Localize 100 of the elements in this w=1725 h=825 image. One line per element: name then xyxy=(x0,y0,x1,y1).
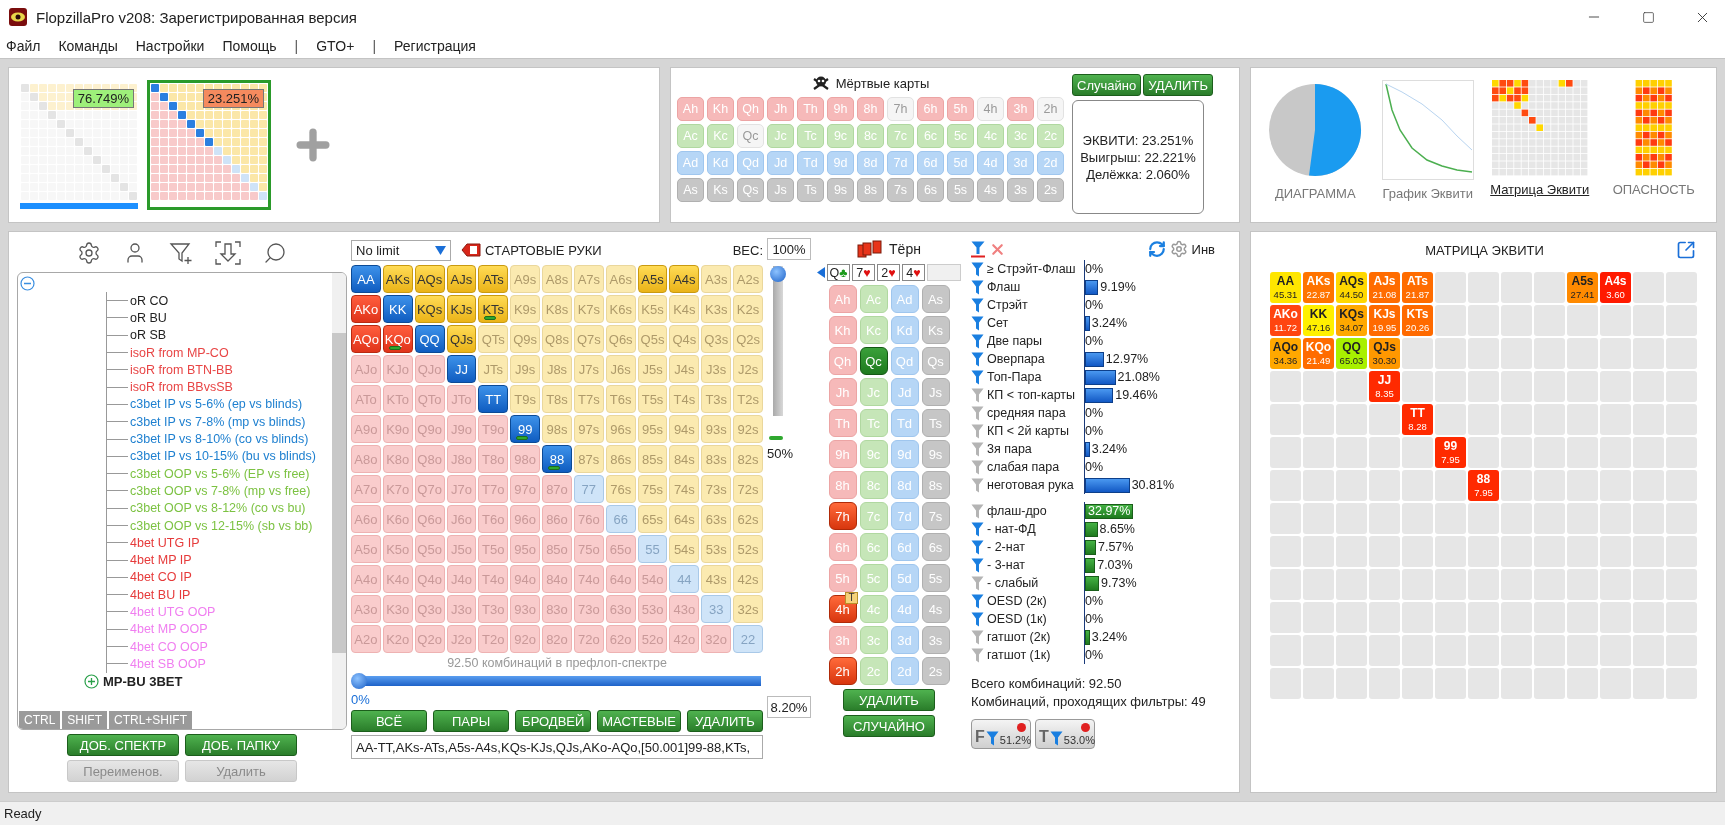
tree-item[interactable]: 4bet UTG IP xyxy=(130,535,200,550)
turn-card[interactable]: 4s xyxy=(921,595,950,623)
turn-card[interactable]: 6s xyxy=(921,533,950,561)
filter-plus-icon[interactable] xyxy=(169,241,193,265)
filter-funnel-icon[interactable] xyxy=(971,315,984,331)
hand-cell[interactable]: QQ xyxy=(414,325,445,353)
hand-cell[interactable]: 65s xyxy=(637,505,668,533)
settings-icon[interactable] xyxy=(77,241,101,265)
tree-item[interactable]: oR BU xyxy=(130,310,167,325)
hand-cell[interactable]: J6s xyxy=(605,355,636,383)
hand-cell[interactable]: 77 xyxy=(573,475,604,503)
import-icon[interactable] xyxy=(215,241,241,265)
filter-funnel-icon[interactable] xyxy=(971,351,984,367)
turn-card[interactable]: Kd xyxy=(890,316,919,344)
percent-field[interactable]: 8.20% xyxy=(767,696,811,718)
dead-card[interactable]: 9d xyxy=(827,151,854,175)
turn-card[interactable]: 2s xyxy=(921,657,950,685)
turn-card[interactable]: 7d xyxy=(890,502,919,530)
dead-card[interactable]: 8s xyxy=(857,178,884,202)
filter-funnel-icon[interactable] xyxy=(971,369,984,385)
hand-cell[interactable]: T4s xyxy=(669,385,700,413)
hand-cell[interactable]: 32s xyxy=(733,595,763,623)
turn-card[interactable]: Qh xyxy=(828,347,857,375)
game-type-dropdown[interactable]: No limit xyxy=(351,239,451,261)
turn-card[interactable]: Jh xyxy=(828,378,857,406)
turn-card[interactable]: 5c xyxy=(859,564,888,592)
turn-card[interactable]: Js xyxy=(921,378,950,406)
turn-card[interactable]: Qd xyxy=(890,347,919,375)
dead-card[interactable]: 4c xyxy=(977,124,1004,148)
hand-cell[interactable]: 93s xyxy=(701,415,732,443)
range-button[interactable]: МАСТЕВЫЕ xyxy=(597,710,681,732)
hand-cell[interactable]: AQo xyxy=(351,325,381,353)
tree-item[interactable]: isoR from BBvsSB xyxy=(130,380,233,395)
hand-cell[interactable]: Q4s xyxy=(669,325,700,353)
view-tab[interactable]: Матрица Эквити xyxy=(1490,182,1590,197)
dead-card[interactable]: Jh xyxy=(767,97,794,121)
hand-cell[interactable]: QTs xyxy=(478,325,509,353)
hand-cell[interactable]: J3s xyxy=(701,355,732,383)
turn-card[interactable]: 6h xyxy=(828,533,857,561)
range-button[interactable]: ВСЁ xyxy=(351,710,428,732)
filter-funnel-icon[interactable] xyxy=(971,423,984,439)
hand-cell[interactable]: J5s xyxy=(637,355,668,383)
dead-card[interactable]: Tc xyxy=(797,124,824,148)
dead-card[interactable]: 6h xyxy=(917,97,944,121)
hand-cell[interactable]: 55 xyxy=(637,535,668,563)
collapse-icon[interactable] xyxy=(20,276,35,291)
turn-card[interactable]: 6d xyxy=(890,533,919,561)
dead-card[interactable]: Ah xyxy=(677,97,704,121)
dead-card[interactable]: 3d xyxy=(1007,151,1034,175)
turn-card[interactable]: Th xyxy=(828,409,857,437)
turn-card[interactable]: 5h xyxy=(828,564,857,592)
filter-funnel-icon[interactable] xyxy=(971,279,984,295)
tree-item[interactable]: c3bet OOP vs 5-6% (EP vs free) xyxy=(130,466,310,481)
dead-card[interactable]: Ts xyxy=(797,178,824,202)
hand-cell[interactable]: 52s xyxy=(733,535,763,563)
turn-card[interactable]: 8c xyxy=(859,471,888,499)
view-tab[interactable]: ДИАГРАММА xyxy=(1274,186,1356,201)
dead-card[interactable]: Ad xyxy=(677,151,704,175)
hand-cell[interactable]: T6s xyxy=(605,385,636,413)
hand-cell[interactable]: T8s xyxy=(542,385,572,413)
dead-card[interactable]: 2s xyxy=(1037,178,1064,202)
preflop-slider[interactable] xyxy=(353,673,761,689)
hand-cell[interactable]: 82s xyxy=(733,445,763,473)
filter-funnel-icon[interactable] xyxy=(971,387,984,403)
menu-item[interactable]: Регистрация xyxy=(394,38,476,54)
dead-card[interactable]: As xyxy=(677,178,704,202)
dead-card[interactable]: 8d xyxy=(857,151,884,175)
turn-card[interactable]: Jd xyxy=(890,378,919,406)
dead-card[interactable]: Td xyxy=(797,151,824,175)
turn-card[interactable]: 4h T xyxy=(828,595,857,623)
hand-cell[interactable]: A8s xyxy=(542,265,572,293)
turn-card[interactable]: 7c xyxy=(859,502,888,530)
filter-funnel-icon[interactable] xyxy=(971,477,984,493)
hand-cell[interactable]: K8s xyxy=(542,295,572,323)
invert-label[interactable]: Инв xyxy=(1191,241,1215,257)
tree-item[interactable]: isoR from MP-CO xyxy=(130,345,229,360)
dead-card[interactable]: 8h xyxy=(857,97,884,121)
hand-cell[interactable]: J9s xyxy=(510,355,541,383)
hand-cell[interactable]: 43s xyxy=(701,565,732,593)
dead-card[interactable]: Kc xyxy=(707,124,734,148)
refresh-icon[interactable] xyxy=(1147,240,1166,258)
hand-cell[interactable]: KQs xyxy=(414,295,445,323)
filter-funnel-icon[interactable] xyxy=(971,503,984,519)
tree-item[interactable]: 4bet CO IP xyxy=(130,570,192,585)
turn-card[interactable]: Ah xyxy=(828,285,857,313)
dead-card[interactable]: 5c xyxy=(947,124,974,148)
turn-card[interactable]: 2h xyxy=(828,657,857,685)
dead-card[interactable]: 4d xyxy=(977,151,1004,175)
hand-cell[interactable]: T2s xyxy=(733,385,763,413)
dead-card[interactable]: 5h xyxy=(947,97,974,121)
modifier-tab[interactable]: CTRL+SHIFT xyxy=(109,711,193,729)
filter-funnel-icon[interactable] xyxy=(971,611,984,627)
turn-card[interactable]: Qs xyxy=(921,347,950,375)
hand-cell[interactable]: AKs xyxy=(382,265,413,293)
dead-card[interactable]: 6c xyxy=(917,124,944,148)
hand-cell[interactable]: 99 xyxy=(510,415,541,443)
dead-card[interactable]: 3h xyxy=(1007,97,1034,121)
turn-card[interactable]: 6c xyxy=(859,533,888,561)
tree-item[interactable]: c3bet IP vs 8-10% (co vs blinds) xyxy=(130,432,309,446)
dead-card[interactable]: 7d xyxy=(887,151,914,175)
